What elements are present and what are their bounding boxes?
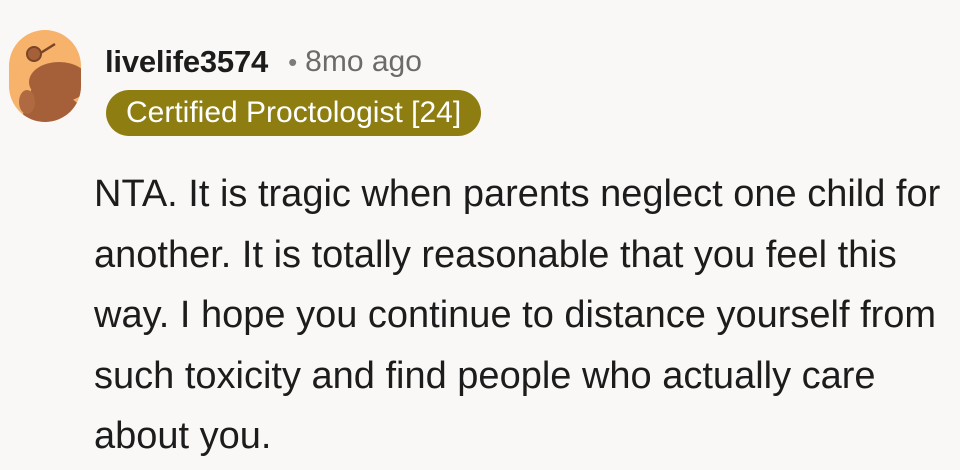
comment-age[interactable]: 8mo ago <box>305 45 422 79</box>
username-link[interactable]: livelife3574 <box>105 44 268 80</box>
comment-meta: livelife3574 • 8mo ago <box>105 40 422 84</box>
meta-separator: • <box>288 46 298 77</box>
comment-body: NTA. It is tragic when parents neglect o… <box>94 173 941 457</box>
comment: livelife3574 • 8mo ago Certified Proctol… <box>0 0 960 470</box>
user-flair-badge: Certified Proctologist [24] <box>106 90 482 136</box>
snoo-avatar-icon <box>9 30 81 122</box>
user-avatar[interactable] <box>9 30 81 122</box>
